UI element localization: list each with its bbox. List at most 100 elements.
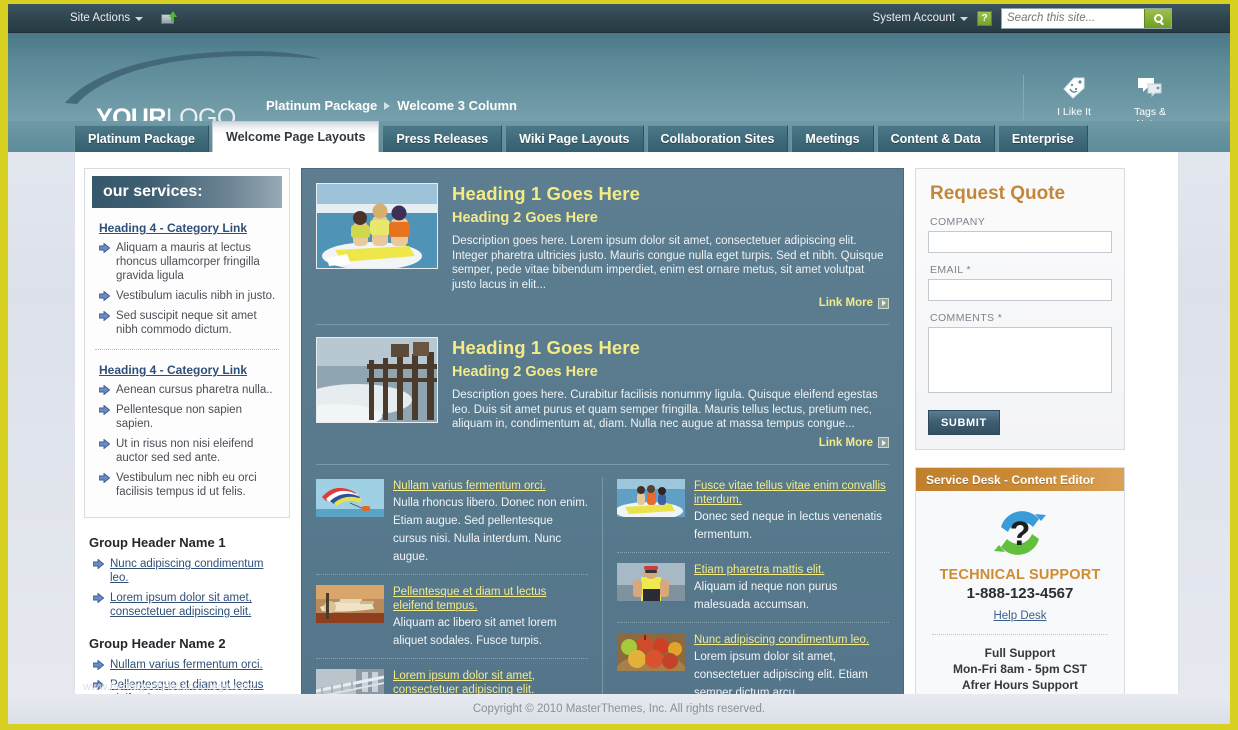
group-links-1: Nunc adipiscing condimentum leo. Lorem i… [86,557,288,619]
user-account-menu[interactable]: System Account [873,12,968,24]
fruit-basket-photo [617,633,685,671]
link-more-button[interactable]: Link More [452,297,889,309]
comments-field[interactable] [928,327,1112,393]
search-button[interactable] [1144,9,1171,28]
feature-article: Heading 1 Goes Here Heading 2 Goes Here … [316,183,889,315]
services-list-1: Aliquam a mauris at lectus rhoncus ullam… [92,241,282,337]
list-item-text: Vestibulum nec nibh eu orci facilisis te… [116,472,257,498]
site-logo[interactable]: YOURLOGO [96,104,236,121]
list-item-text: Sed suscipit neque sit amet nibh commodo… [116,310,257,336]
help-desk-link[interactable]: Help Desk [993,610,1046,622]
company-field[interactable] [928,231,1112,253]
submit-button[interactable]: SUBMIT [928,410,1000,435]
article-heading-2: Heading 2 Goes Here [452,364,889,380]
category-link-2[interactable]: Heading 4 - Category Link [99,363,282,377]
mini-article-desc: Aliquam ac libero sit amet lorem aliquet… [393,617,557,647]
company-label: COMPANY [930,216,1112,228]
mini-article-title[interactable]: Etiam pharetra mattis elit. [694,563,889,577]
mini-article-body: Etiam pharetra mattis elit. Aliquam id n… [694,563,889,613]
chevron-right-icon [878,437,889,448]
jetski-riders-photo [316,183,438,269]
group-link[interactable]: Nunc adipiscing condimentum leo. [110,558,263,584]
list-item: Nullam varius fermentum orci. [93,658,284,672]
i-like-it-button[interactable]: I Like It [1046,75,1102,121]
feature-panel: Heading 1 Goes Here Heading 2 Goes Here … [301,168,904,708]
site-actions-menu[interactable]: Site Actions [70,12,143,24]
category-link-1[interactable]: Heading 4 - Category Link [99,221,282,235]
tab-collaboration-sites[interactable]: Collaboration Sites [647,125,789,152]
mini-article: Pellentesque et diam ut lectus eleifend … [316,583,588,658]
arrow-bullet-icon [93,559,104,569]
page-frame: Site Actions System Account ? [0,0,1238,730]
mini-article-body: Nullam varius fermentum orci. Nulla rhon… [393,479,588,565]
email-field[interactable] [928,279,1112,301]
chevron-right-icon [878,298,889,309]
list-item: Aliquam a mauris at lectus rhoncus ullam… [99,241,278,283]
list-item-text: Ut in risus non nisi eleifend auctor sed… [116,438,253,464]
magnifier-icon [1154,14,1163,23]
mini-articles-grid: Nullam varius fermentum orci. Nulla rhon… [316,477,889,709]
divider [316,464,889,465]
navigate-up-icon[interactable] [161,11,177,25]
tab-content-and-data[interactable]: Content & Data [877,125,995,152]
tab-welcome-page-layouts[interactable]: Welcome Page Layouts [212,121,379,152]
list-item: Ut in risus non nisi eleifend auctor sed… [99,437,278,465]
divider [617,552,889,553]
request-quote-panel: Request Quote COMPANY EMAIL * COMMENTS *… [915,168,1125,450]
athlete-runner-photo [617,563,685,601]
list-item-text: Aliquam a mauris at lectus rhoncus ullam… [116,242,260,282]
mini-article-body: Pellentesque et diam ut lectus eleifend … [393,585,588,649]
content-shell: our services: Heading 4 - Category Link … [74,152,1179,708]
service-desk-panel: Service Desk - Content Editor ? TECHN [915,467,1125,708]
mini-article-title[interactable]: Nullam varius fermentum orci. [393,479,588,493]
article-description: Description goes here. Lorem ipsum dolor… [452,234,889,292]
mini-article-title[interactable]: Lorem ipsum dolor sit amet, consectetuer… [393,669,588,697]
arrow-bullet-icon [99,385,110,395]
our-services-header: our services: [92,176,282,208]
tab-wiki-page-layouts[interactable]: Wiki Page Layouts [505,125,643,152]
logo-light: LOGO [166,104,236,121]
tab-meetings[interactable]: Meetings [791,125,873,152]
jetski-group-photo [617,479,685,517]
question-mark-support-icon: ? [989,505,1051,561]
mini-article-desc: Aliquam id neque non purus malesuada acc… [694,581,837,611]
list-item-text: Aenean cursus pharetra nulla.. [116,384,273,396]
arrow-bullet-icon [93,660,104,670]
divider [316,324,889,325]
tab-platinum-package[interactable]: Platinum Package [74,125,209,152]
tab-press-releases[interactable]: Press Releases [382,125,502,152]
tags-and-notes-button[interactable]: Tags & Notes [1122,75,1178,121]
article-description: Description goes here. Curabitur facilis… [452,388,889,432]
feature-article-body: Heading 1 Goes Here Heading 2 Goes Here … [452,183,889,309]
help-button[interactable]: ? [977,11,992,26]
group-link[interactable]: Nullam varius fermentum orci. [110,659,263,671]
ocean-pier-photo [316,337,438,423]
mini-article: Nullam varius fermentum orci. Nulla rhon… [316,477,588,574]
logo-bold: YOUR [96,104,166,121]
search-input[interactable] [1002,9,1144,28]
list-item-text: Vestibulum iaculis nibh in justo. [116,290,275,302]
breadcrumb-item-1[interactable]: Welcome 3 Column [397,98,517,113]
article-heading-1: Heading 1 Goes Here [452,183,889,205]
group-header-2: Group Header Name 2 [89,636,288,651]
mini-article-desc: Donec sed neque in lectus venenatis ferm… [694,511,882,541]
mini-article-body: Nunc adipiscing condimentum leo. Lorem i… [694,633,889,701]
left-sidebar: our services: Heading 4 - Category Link … [84,168,290,708]
tab-enterprise[interactable]: Enterprise [998,125,1088,152]
page-inner: Site Actions System Account ? [8,4,1230,724]
breadcrumb-item-0[interactable]: Platinum Package [266,98,377,113]
link-more-button[interactable]: Link More [452,437,889,449]
article-heading-2: Heading 2 Goes Here [452,210,889,226]
site-actions-label: Site Actions [70,12,130,24]
mini-article-desc: Lorem ipsum dolor sit amet, consectetuer… [694,651,868,699]
arrow-bullet-icon [99,291,110,301]
mini-article-title[interactable]: Pellentesque et diam ut lectus eleifend … [393,585,588,613]
divider [316,658,588,659]
mini-article-title[interactable]: Nunc adipiscing condimentum leo. [694,633,889,647]
breadcrumb: Platinum Package Welcome 3 Column [266,98,517,113]
mini-article-desc: Nulla rhoncus libero. Donec non enim. Et… [393,497,588,563]
search-box [1001,8,1172,29]
site-banner: YOURLOGO Platinum Package Welcome 3 Colu… [8,33,1230,121]
group-link[interactable]: Lorem ipsum dolor sit amet, consectetuer… [110,592,252,618]
mini-article-title[interactable]: Fusce vitae tellus vitae enim convallis … [694,479,889,507]
